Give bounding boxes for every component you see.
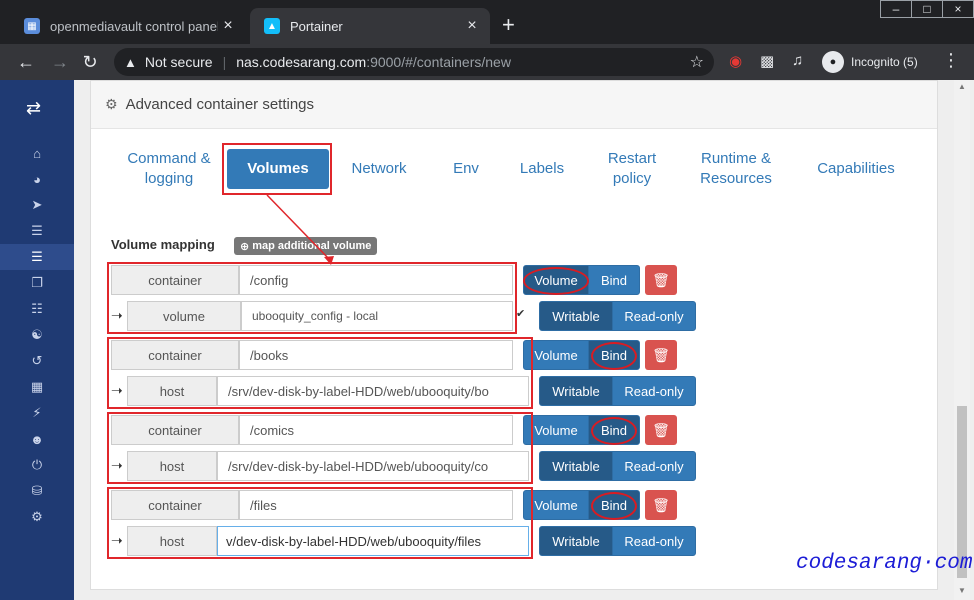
events-icon[interactable]: ↺ [0, 348, 74, 374]
scroll-up-icon[interactable]: ▲ [958, 82, 966, 91]
tab-title: openmediavault control panel - • [50, 18, 218, 34]
address-host: nas.codesarang.com [236, 54, 367, 70]
address-bar[interactable]: ▲ Not secure | nas.codesarang.com :9000/… [114, 48, 714, 76]
browser-tab-bar: ▦ openmediavault control panel - • × ▲ P… [0, 0, 974, 44]
host-icon[interactable]: ▦ [0, 374, 74, 400]
incognito-label: Incognito (5) [851, 55, 918, 69]
media-queue-icon[interactable]: ♫ [792, 52, 803, 69]
readonly-button[interactable]: Read-only [612, 301, 696, 331]
annotation-oval-volume [523, 267, 589, 295]
warning-icon[interactable]: ▲ [124, 55, 137, 70]
page-scrollbar[interactable]: ▲ ▼ [954, 80, 970, 600]
new-tab-icon[interactable]: + [502, 12, 515, 38]
endpoints-icon[interactable]: ⏻ [0, 452, 74, 478]
annotation-oval-bind [591, 417, 637, 445]
annotation-oval-bind [591, 342, 637, 370]
readonly-button[interactable]: Read-only [612, 526, 696, 556]
app-templates-icon[interactable]: ➤ [0, 192, 74, 218]
check-icon: ✔ [516, 308, 526, 320]
annotation-box-mapping-3 [107, 412, 533, 484]
readonly-button[interactable]: Read-only [612, 451, 696, 481]
minimize-icon[interactable]: – [880, 0, 912, 18]
writable-button[interactable]: Writable [539, 301, 613, 331]
scroll-down-icon[interactable]: ▼ [958, 586, 966, 595]
trash-icon[interactable]: 🗑 [645, 415, 677, 445]
window-close-icon[interactable]: × [942, 0, 974, 18]
omv-icon: ▦ [24, 18, 40, 34]
networks-icon[interactable]: ☷ [0, 296, 74, 322]
stacks-icon[interactable]: ☰ [0, 218, 74, 244]
address-separator: | [222, 54, 227, 70]
registries-icon[interactable]: ⛁ [0, 478, 74, 504]
maximize-icon[interactable]: □ [911, 0, 943, 18]
portainer-logo-icon[interactable]: ⇄ [26, 98, 41, 119]
annotation-box-mapping-2 [107, 337, 533, 409]
browser-toolbar: ← → ↻ ▲ Not secure | nas.codesarang.com … [0, 44, 974, 80]
star-icon[interactable]: ☆ [690, 52, 704, 72]
close-icon[interactable]: × [218, 17, 238, 35]
settings-icon[interactable]: ⚙ [0, 504, 74, 530]
annotation-arrow [266, 194, 334, 265]
trash-icon[interactable]: 🗑 [645, 340, 677, 370]
portainer-page: ⇄ ⌂ ◕ ➤ ☰ ☰ ❐ ☷ ☯ ↺ ▦ ⚡ ☻ ⏻ ⛁ ⚙ ⚙ Advanc… [0, 80, 974, 600]
portainer-icon: ▲ [264, 18, 280, 34]
annotation-box-mapping-4 [107, 487, 533, 559]
extension-block-icon[interactable]: ◉ [729, 52, 742, 70]
sidebar: ⇄ ⌂ ◕ ➤ ☰ ☰ ❐ ☷ ☯ ↺ ▦ ⚡ ☻ ⏻ ⛁ ⚙ [0, 80, 74, 600]
readonly-button[interactable]: Read-only [612, 376, 696, 406]
browser-tab-omv[interactable]: ▦ openmediavault control panel - • × [10, 8, 246, 44]
trash-icon[interactable]: 🗑 [645, 490, 677, 520]
browser-menu-icon[interactable]: ⋮ [942, 50, 960, 71]
images-icon[interactable]: ❐ [0, 270, 74, 296]
incognito-indicator[interactable]: ● Incognito (5) [822, 50, 918, 74]
watermark: codesarang·com [796, 552, 973, 575]
users-icon[interactable]: ☻ [0, 426, 74, 452]
close-icon[interactable]: × [462, 17, 482, 35]
incognito-icon: ● [822, 51, 844, 73]
extensions-icon[interactable]: ▩ [760, 52, 774, 70]
writable-button[interactable]: Writable [539, 376, 613, 406]
trash-icon[interactable]: 🗑 [645, 265, 677, 295]
annotation-oval-bind [591, 492, 637, 520]
back-icon[interactable]: ← [14, 50, 38, 74]
forward-icon[interactable]: → [48, 50, 72, 74]
extensions-bolt-icon[interactable]: ⚡ [0, 400, 74, 426]
home-icon[interactable]: ⌂ [0, 140, 74, 166]
window-controls: – □ × [880, 0, 974, 18]
writable-button[interactable]: Writable [539, 451, 613, 481]
browser-tab-portainer[interactable]: ▲ Portainer × [250, 8, 490, 44]
address-path: :9000/#/containers/new [366, 54, 511, 70]
dashboard-icon[interactable]: ◕ [0, 166, 74, 192]
volumes-icon[interactable]: ☯ [0, 322, 74, 348]
security-label[interactable]: Not secure [145, 54, 213, 70]
writable-button[interactable]: Writable [539, 526, 613, 556]
annotation-box-mapping-1 [107, 262, 517, 334]
reload-icon[interactable]: ↻ [78, 50, 102, 74]
tab-title: Portainer [290, 18, 343, 34]
container-settings-panel: ⚙ Advanced container settings Command & … [90, 80, 938, 590]
containers-icon[interactable]: ☰ [0, 244, 74, 270]
bind-mode-button[interactable]: Bind [588, 265, 640, 295]
